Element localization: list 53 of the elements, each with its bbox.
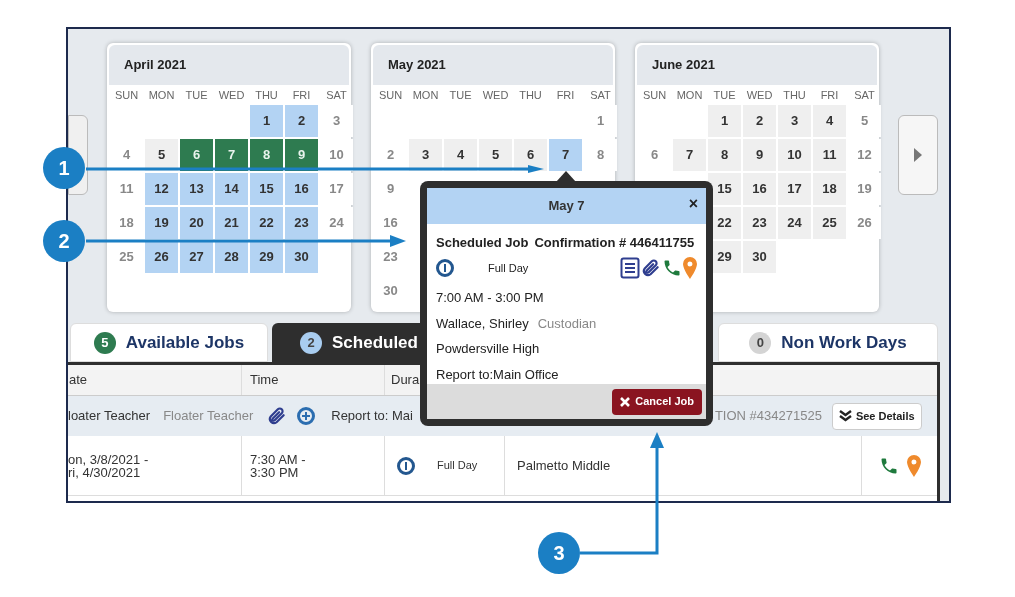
weekday-label: MON [675,88,704,103]
weekday-label: TUE [184,88,209,103]
job-status: Scheduled Job [436,233,529,252]
callout-number: 2 [43,220,85,262]
count-badge: 2 [300,331,322,354]
tab-label: Scheduled [332,331,418,354]
month-title: April 2021 [124,56,187,75]
weekday-label: SAT [325,88,348,103]
confirmation-text: TION #434271525 [714,407,822,426]
weekday-label: TUE [448,88,473,103]
duration-text: Full Day [437,458,478,474]
duration-text: Full Day [488,261,529,276]
job-title: loater Teacher [68,407,151,426]
tab-label: Available Jobs [125,331,245,354]
column-header: ate [68,365,242,395]
hours-text: 7:00 AM - 3:00 PM [436,289,545,308]
weekday-label: SAT [853,88,876,103]
column-header: Time [242,365,385,395]
tab-label: Non Work Days [781,331,907,354]
weekday-label: SUN [113,88,140,103]
month-title: June 2021 [652,56,715,75]
time-text: 3:30 PM [250,465,300,479]
popup-title: May 7 [548,197,585,216]
weekday-label: FRI [819,88,840,103]
weekday-label: SAT [589,88,612,103]
weekday-label: FRI [291,88,312,103]
employee-role: Custodian [537,314,597,333]
job-subtitle: Floater Teacher [163,407,254,426]
employee-name: Wallace, Shirley [436,314,529,333]
location-text: Palmetto Middle [517,456,611,475]
school-name: Powdersville High [436,340,541,359]
weekday-label: MON [147,88,176,103]
callout-number: 3 [538,532,580,574]
weekday-label: SUN [377,88,404,103]
weekday-label: WED [481,88,510,103]
weekday-label: FRI [555,88,576,103]
report-to-text: Report to: Mai [331,407,413,426]
month-title: May 2021 [388,56,446,75]
count-badge: 5 [93,331,116,354]
count-badge: 0 [749,331,772,354]
confirmation-number: Confirmation # 446411755 [534,233,695,252]
weekday-label: SUN [641,88,668,103]
weekday-label: MON [411,88,440,103]
date-text: ri, 4/30/2021 [68,465,142,479]
weekday-label: TUE [712,88,737,103]
time-text: 7:30 AM - [250,452,307,466]
callout-number: 1 [43,147,85,189]
weekday-label: WED [745,88,774,103]
weekday-label: THU [254,88,279,103]
weekday-label: THU [518,88,543,103]
weekday-label: THU [782,88,807,103]
date-text: on, 3/8/2021 - [68,452,150,466]
weekday-label: WED [217,88,246,103]
